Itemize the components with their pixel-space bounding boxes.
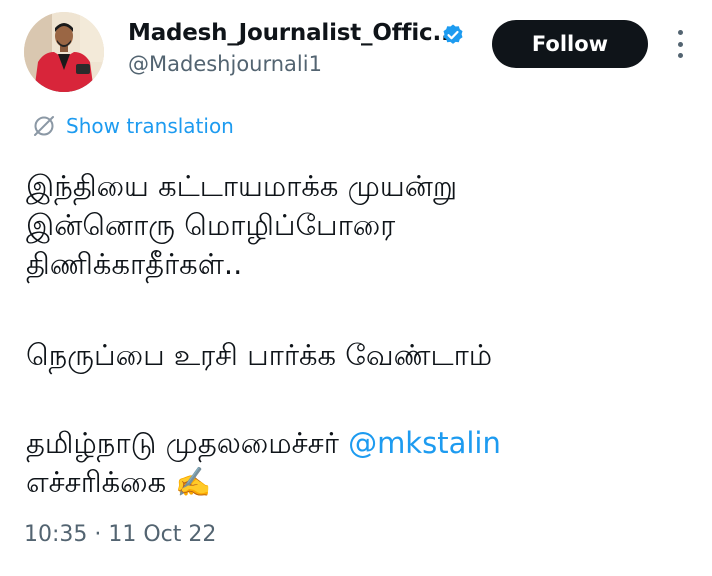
profile-photo [24,12,104,92]
tweet-line: நெருப்பை உரசி பார்க்க வேண்டாம் [26,338,493,372]
show-translation-link[interactable]: Show translation [32,113,234,139]
tweet-line: இன்னொரு மொழிப்போரை [26,208,396,242]
tweet-line: எச்சரிக்கை ✍️ [26,465,212,499]
author-display-name[interactable]: Madesh_Journalist_Offic... [128,20,458,46]
vertical-ellipsis-icon[interactable] [672,28,688,60]
dot [677,53,683,58]
show-translation-label: Show translation [66,114,234,138]
tweet-line: திணிக்காதீர்கள்.. [26,247,243,281]
translate-icon [34,116,54,136]
dot [677,30,683,35]
avatar[interactable] [24,12,104,92]
verified-badge-icon [443,24,463,44]
tweet-text: இந்தியை கட்டாயமாக்க முயன்று இன்னொரு மொழி… [26,167,666,502]
follow-button[interactable]: Follow [492,20,648,68]
author-handle[interactable]: @Madeshjournali1 [128,52,322,76]
dot [677,41,683,47]
tweet-line: இந்தியை கட்டாயமாக்க முயன்று [26,169,458,203]
tweet-line-with-mention: தமிழ்நாடு முதலமைச்சர் @mkstalin [26,424,666,463]
mention-link[interactable]: @mkstalin [348,426,501,460]
tweet-timestamp[interactable]: 10:35 · 11 Oct 22 [24,522,216,547]
tweet-line-prefix: தமிழ்நாடு முதலமைச்சர் [26,426,349,460]
